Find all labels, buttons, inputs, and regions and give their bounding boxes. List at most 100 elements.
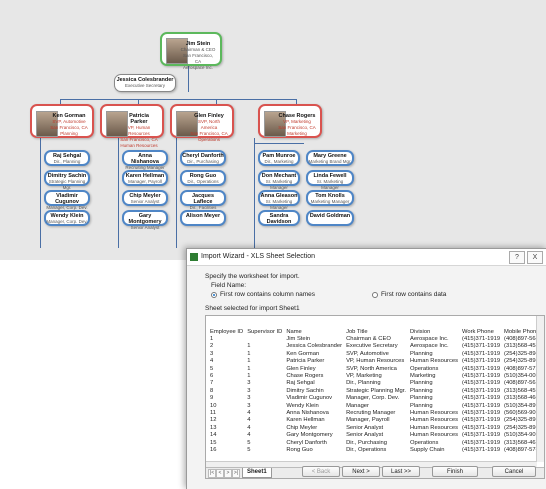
node-title: Marketing Manager [310,199,350,204]
first-sheet-button[interactable]: |< [208,469,216,478]
org-node-staff[interactable]: Gary Montgomery Senior Analyst [122,210,168,230]
org-node-staff[interactable]: Wendy Klein Manager, Corp. Dev. [44,210,90,226]
dialog-title: Import Wizard - XLS Sheet Selection [201,253,315,260]
table-cell: 1 [210,336,214,343]
table-cell: 1 [247,373,251,380]
node-name: Sandra Davidson [266,213,292,225]
table-cell: Patricia Parker [286,358,325,365]
table-cell: (415)371-1919 [462,439,501,446]
column-header: Work Phone [462,328,494,335]
table-cell: Jim Stein [286,336,311,343]
node-title: Dir., Purchasing [187,159,219,164]
excel-icon [190,253,198,261]
org-node-secretary[interactable]: Jessica Colesbrander Executive Secretary [114,74,176,92]
last-button[interactable]: Last >> [382,466,420,477]
table-cell: Cheryl Danforth [286,439,327,446]
table-cell: Aerospace Inc. [410,336,449,343]
finish-button[interactable]: Finish [432,466,478,477]
table-cell: 3 [247,387,251,394]
node-name: Anna Nishanova [131,153,159,165]
org-node-manager[interactable]: Ken Gorman SVP, Automotive San Francisco… [30,104,94,138]
table-row: 12 4 Karen Hellman Manager, Payroll Human Re… [208,417,544,424]
table-cell: Manager [346,402,369,409]
org-node-staff[interactable]: Mary Greene Marketing Brand Mgr. [306,150,354,166]
close-button[interactable]: X [527,251,543,264]
table-cell: 13 [210,424,217,431]
node-name: Vladimir Cugunov [55,193,79,205]
org-node-staff[interactable]: Tom Knolls Marketing Manager [306,190,354,206]
org-chart-background: Jim Stein Chairman & CEO San Francisco, … [0,0,546,260]
org-node-staff[interactable]: Chip Meyler Senior Analyst [122,190,168,206]
sheet-selected-label: Sheet selected for import : [205,305,281,312]
table-cell: 1 [247,365,251,372]
table-cell: Dimitry Sachin [286,387,324,394]
table-cell: (415)371-1919 [462,350,501,357]
table-cell: (415)371-1919 [462,387,501,394]
org-node-staff[interactable]: Vladimir Cugunov Manager, Corp. Dev. [44,190,90,210]
org-node-staff[interactable]: Anna Gleason Sr. Marketing Manager [258,190,300,210]
org-node-staff[interactable]: Sandra Davidson [258,210,300,226]
first-row-data-label[interactable]: First row contains data [381,291,446,298]
back-button-visible[interactable]: < Back [302,466,340,477]
table-cell: Strategic Planning Mgr. [346,387,406,394]
table-cell: Marketing [410,373,436,380]
org-node-root[interactable]: Jim Stein Chairman & CEO San Francisco, … [160,32,222,70]
org-node-staff[interactable]: Anna Nishanova Recruiting Manager [122,150,168,170]
table-cell: 1 [247,350,251,357]
first-row-data-radio[interactable] [372,292,378,298]
table-cell: 11 [210,409,217,416]
node-location: San Francisco, CA [182,53,213,64]
next-button[interactable]: Next > [342,466,380,477]
org-node-staff[interactable]: Karen Hellman Manager, Payroll [122,170,168,186]
table-cell: Supply Chain [410,446,445,453]
org-node-staff[interactable]: Linda Fewell Sr. Marketing Manager [306,170,354,190]
org-node-staff[interactable]: Cheryl Danforth Dir., Purchasing [180,150,226,166]
table-cell: Gary Montgomery [286,432,333,439]
table-cell: (415)371-1919 [462,336,501,343]
table-cell: Dir., Purchasing [346,439,387,446]
first-row-column-names-label[interactable]: First row contains column names [220,291,315,298]
node-name: Patricia Parker [129,113,149,125]
table-cell: 5 [247,439,251,446]
table-cell: Chase Rogers [286,373,324,380]
cancel-button[interactable]: Cancel [492,466,536,477]
org-node-manager[interactable]: Glen Finley SVP, North America San Franc… [170,104,234,142]
help-button[interactable]: ? [509,251,525,264]
first-row-column-names-radio[interactable] [211,292,217,298]
node-title: Executive Secretary [124,83,166,88]
table-row: 8 3 Dimitry Sachin Strategic Planning Mgr. P… [208,387,544,394]
table-cell: 4 [247,424,251,431]
table-cell: Planning [410,350,433,357]
org-node-staff[interactable]: Alison Meyer [180,210,226,226]
table-cell: (415)371-1919 [462,373,501,380]
org-node-staff[interactable]: Raj Sehgal Dir., Planning [44,150,90,166]
table-cell: 5 [210,365,214,372]
node-title: Dir., Marketing [264,159,294,164]
last-sheet-button[interactable]: >| [232,469,240,478]
org-node-manager[interactable]: Patricia Parker VP, Human Resources San … [100,104,164,148]
table-row: 3 1 Ken Gorman SVP, Automotive Planning (415)… [208,350,544,357]
org-node-staff[interactable]: Pam Munroe Dir., Marketing [258,150,300,166]
table-cell: 12 [210,417,217,424]
org-node-staff[interactable]: Rong Guo Dir., Operations [180,170,226,186]
table-cell: (415)371-1919 [462,409,501,416]
table-cell: 16 [210,446,217,453]
table-cell: 5 [247,446,251,453]
vertical-scrollbar[interactable] [536,316,544,462]
table-row: 16 5 Rong Guo Dir., Operations Supply Chain (… [208,446,544,453]
org-node-staff[interactable]: Jacques Laflece Dir., Facilities [180,190,226,210]
sheet-tab[interactable]: Sheet1 [242,468,272,478]
org-node-staff[interactable]: David Goldman [306,210,354,226]
prev-sheet-button[interactable]: < [216,469,224,478]
org-node-staff[interactable]: Dimitry Sachin Strategic Planning Mgr. [44,170,90,190]
table-cell: 1 [247,358,251,365]
table-cell: Chairman & CEO [346,336,391,343]
sheet-preview-grid[interactable]: Employee ID Supervisor ID Name Job Title… [205,315,545,479]
table-cell: (415)371-1919 [462,417,501,424]
node-title: Manager, Corp. Dev. [46,219,88,224]
org-node-manager[interactable]: Chase Rogers VP, Marketing San Francisco… [258,104,322,138]
next-sheet-button[interactable]: > [224,469,232,478]
table-cell: Executive Secretary [346,343,398,350]
table-row: 11 4 Anna Nishanova Recruting Manager Human … [208,409,544,416]
org-node-staff[interactable]: Don Mechant Sr. Marketing Manager [258,170,300,190]
